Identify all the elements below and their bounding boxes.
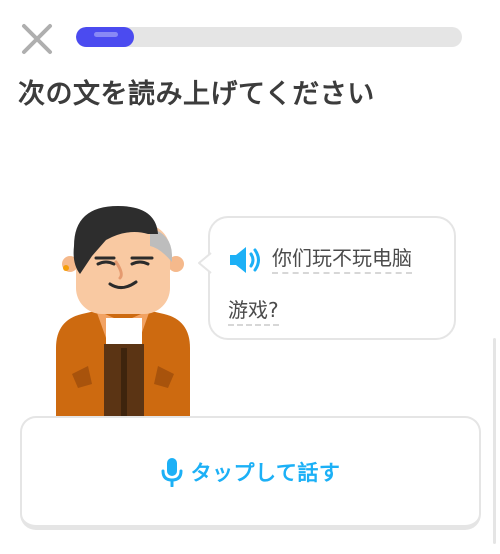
tap-to-speak-label: タップして話す <box>190 460 341 485</box>
sentence-line-2[interactable]: 游戏? <box>228 298 279 326</box>
sentence-line-1[interactable]: 你们玩不玩电脑 <box>272 246 412 274</box>
progress-bar-fill <box>76 27 134 47</box>
microphone-icon <box>161 457 183 487</box>
close-button[interactable] <box>18 20 56 58</box>
progress-bar <box>76 27 462 47</box>
scrollbar[interactable] <box>493 338 496 544</box>
speaker-icon[interactable] <box>228 244 262 276</box>
close-icon <box>22 24 52 54</box>
tap-to-speak-button[interactable]: タップして話す <box>20 416 481 530</box>
character-illustration <box>56 206 190 416</box>
speech-bubble: 你们玩不玩电脑 游戏? <box>198 216 456 340</box>
page-title: 次の文を読み上げてください <box>18 79 375 110</box>
